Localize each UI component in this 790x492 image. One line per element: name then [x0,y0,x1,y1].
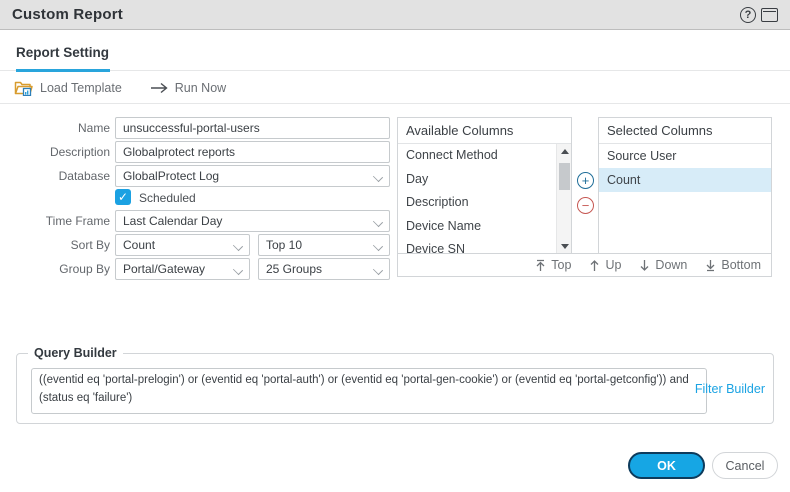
load-template-button[interactable]: Load Template [14,80,122,96]
arrow-up-icon [590,259,599,271]
chevron-down-icon [234,242,242,250]
column-transfer-controls: + − [572,117,598,254]
arrow-down-icon [640,259,649,271]
dialog-titlebar: Custom Report ? [0,0,790,30]
remove-column-button[interactable]: − [577,197,594,214]
chevron-down-icon [374,266,382,274]
list-item[interactable]: Device SN [398,238,571,253]
scroll-up-icon[interactable] [557,144,571,158]
sort-limit-select[interactable]: Top 10 [258,234,390,256]
filter-builder-link[interactable]: Filter Builder [695,382,765,396]
column-order-bar: Top Up Down Bottom [397,253,772,277]
sort-limit-value: Top 10 [266,238,303,252]
list-item[interactable]: Device Name [398,215,571,239]
move-up-button[interactable]: Up [589,258,621,272]
chevron-down-icon [234,266,242,274]
description-label: Description [49,145,110,159]
cancel-button[interactable]: Cancel [712,452,778,479]
chevron-down-icon [374,242,382,250]
available-columns-list: Connect Method Day Description Device Na… [398,144,571,253]
group-by-value: Portal/Gateway [123,262,206,276]
query-input[interactable]: ((eventid eq 'portal-prelogin') or (even… [31,368,707,414]
sort-by-label: Sort By [70,238,110,252]
move-top-button[interactable]: Top [535,258,571,272]
dialog-title: Custom Report [12,6,123,23]
database-value: GlobalProtect Log [123,169,220,183]
sort-by-value: Count [123,238,156,252]
group-by-select[interactable]: Portal/Gateway [115,258,250,280]
run-now-arrow-icon [150,82,168,94]
list-item[interactable]: Source User [599,144,771,168]
scroll-down-icon[interactable] [557,239,571,253]
dialog-footer: OK Cancel [628,452,778,479]
load-template-folder-icon [14,80,33,96]
help-icon[interactable]: ? [740,7,756,23]
available-columns-panel: Available Columns Connect Method Day Des… [397,117,572,254]
time-frame-value: Last Calendar Day [123,214,223,228]
name-label: Name [77,121,110,135]
tab-bar: Report Setting [0,31,790,72]
name-input[interactable] [115,117,390,139]
column-chooser: Available Columns Connect Method Day Des… [397,117,772,277]
scheduled-checkbox[interactable]: ✓ [115,189,131,205]
selected-columns-header: Selected Columns [599,118,771,144]
selected-columns-list: Source User Count [599,144,771,253]
load-template-label: Load Template [40,81,122,95]
arrow-to-top-icon [536,259,545,271]
group-count-value: 25 Groups [266,262,323,276]
time-frame-label: Time Frame [45,214,110,228]
list-item-selected[interactable]: Count [599,168,771,192]
report-toolbar: Load Template Run Now [0,73,790,104]
sort-by-select[interactable]: Count [115,234,250,256]
chevron-down-icon [374,218,382,226]
minimize-window-icon[interactable] [761,8,778,22]
list-item[interactable]: Description [398,191,571,215]
run-now-button[interactable]: Run Now [150,81,226,95]
database-label: Database [58,169,110,183]
group-by-label: Group By [59,262,110,276]
ok-button[interactable]: OK [628,452,705,479]
list-item[interactable]: Day [398,168,571,192]
chevron-down-icon [374,173,382,181]
selected-columns-panel: Selected Columns Source User Count [598,117,772,254]
query-builder-legend: Query Builder [34,346,117,360]
query-builder-section: Query Builder ((eventid eq 'portal-prelo… [16,346,774,424]
move-bottom-button[interactable]: Bottom [705,258,761,272]
description-input[interactable] [115,141,390,163]
arrow-to-bottom-icon [706,259,715,271]
group-count-select[interactable]: 25 Groups [258,258,390,280]
scrollbar-thumb[interactable] [559,163,570,190]
list-item[interactable]: Connect Method [398,144,571,168]
available-columns-scrollbar[interactable] [556,144,571,253]
titlebar-icons: ? [740,0,778,30]
run-now-label: Run Now [174,81,227,95]
add-column-button[interactable]: + [577,172,594,189]
active-tab-underline [16,69,110,72]
time-frame-select[interactable]: Last Calendar Day [115,210,390,232]
database-select[interactable]: GlobalProtect Log [115,165,390,187]
move-down-button[interactable]: Down [639,258,687,272]
available-columns-header: Available Columns [398,118,571,144]
tab-report-setting[interactable]: Report Setting [16,45,109,60]
scheduled-label: Scheduled [139,191,196,205]
